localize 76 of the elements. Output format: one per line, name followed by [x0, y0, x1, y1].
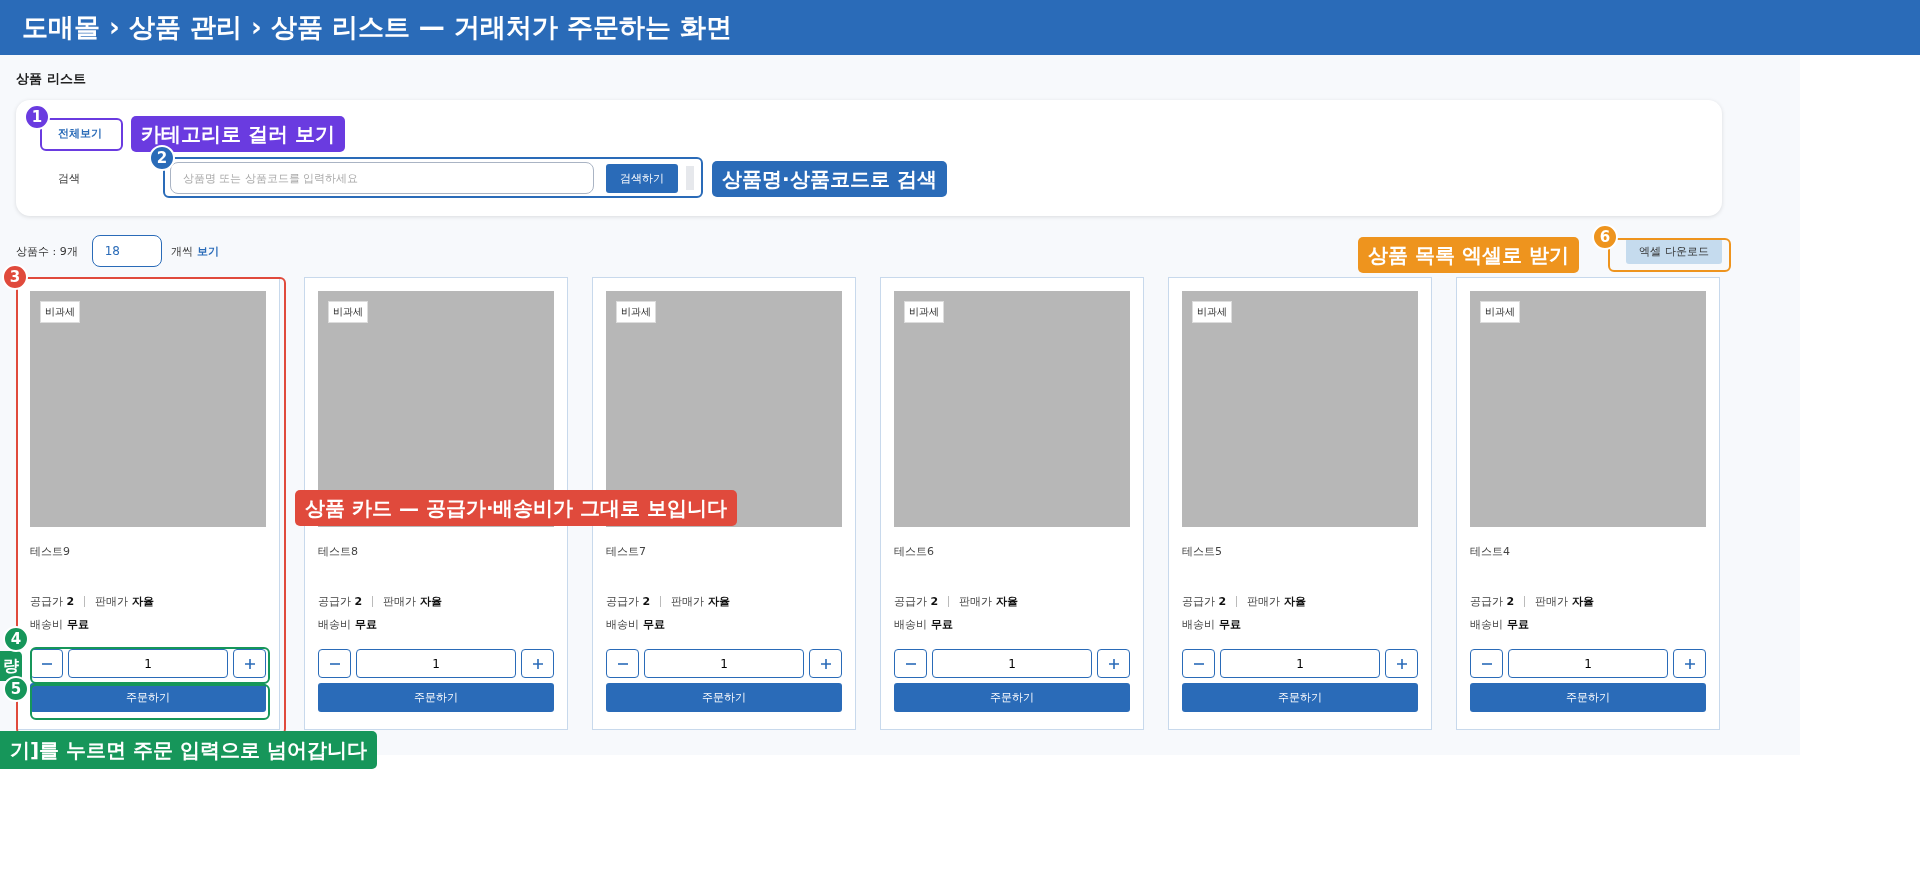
search-button[interactable]: 검색하기: [606, 163, 678, 193]
increase-button[interactable]: [233, 649, 266, 678]
callout-label: 량: [0, 651, 22, 681]
shipping-fee: 배송비 무료: [894, 617, 954, 632]
product-name: 테스트6: [894, 544, 935, 560]
increase-button[interactable]: [1385, 649, 1418, 678]
shipping-fee: 배송비 무료: [318, 617, 378, 632]
supply-price: 공급가 2: [318, 594, 363, 609]
decrease-button[interactable]: [30, 649, 63, 678]
per-page-label: 개씩: [170, 243, 193, 259]
order-button[interactable]: 주문하기: [1182, 683, 1418, 712]
decrease-button[interactable]: [318, 649, 351, 678]
decrease-button[interactable]: [894, 649, 927, 678]
supply-price: 공급가 2: [606, 594, 651, 609]
tax-free-badge: 비과세: [40, 301, 80, 323]
product-name: 테스트7: [606, 544, 647, 560]
sale-price: 판매가 자율: [383, 594, 442, 609]
tax-free-badge: 비과세: [616, 301, 656, 323]
quantity-field[interactable]: 1: [356, 649, 516, 678]
plus-icon: [243, 657, 256, 670]
sale-price: 판매가 자율: [671, 594, 730, 609]
tax-free-badge: 비과세: [904, 301, 944, 323]
quantity-field[interactable]: 1: [68, 649, 228, 678]
shipping-fee: 배송비 무료: [30, 617, 90, 632]
product-name: 테스트5: [1182, 544, 1223, 560]
tax-free-badge: 비과세: [328, 301, 368, 323]
section-title: 상품 리스트: [16, 70, 87, 88]
order-button[interactable]: 주문하기: [894, 683, 1130, 712]
sale-price: 판매가 자율: [95, 594, 154, 609]
view-link[interactable]: 보기: [196, 243, 219, 259]
tax-free-badge: 비과세: [1192, 301, 1232, 323]
product-name: 테스트8: [318, 544, 359, 560]
sale-price: 판매가 자율: [1247, 594, 1306, 609]
callout-label: 상품 카드 — 공급가·배송비가 그대로 보입니다: [295, 490, 738, 526]
plus-icon: [531, 657, 544, 670]
decrease-button[interactable]: [1182, 649, 1215, 678]
decrease-button[interactable]: [606, 649, 639, 678]
order-button[interactable]: 주문하기: [318, 683, 554, 712]
order-button[interactable]: 주문하기: [1470, 683, 1706, 712]
plus-icon: [1107, 657, 1120, 670]
increase-button[interactable]: [521, 649, 554, 678]
plus-icon: [1683, 657, 1696, 670]
shipping-fee: 배송비 무료: [1182, 617, 1242, 632]
order-button[interactable]: 주문하기: [606, 683, 842, 712]
increase-button[interactable]: [1097, 649, 1130, 678]
callout-label: 상품 목록 엑셀로 받기: [1358, 237, 1579, 273]
plus-icon: [1395, 657, 1408, 670]
quantity-field[interactable]: 1: [1220, 649, 1380, 678]
page-heading: 도매몰 › 상품 관리 › 상품 리스트 — 거래처가 주문하는 화면: [22, 11, 732, 44]
increase-button[interactable]: [809, 649, 842, 678]
quantity-field[interactable]: 1: [1508, 649, 1668, 678]
callout-label: 카테고리로 걸러 보기: [131, 116, 345, 152]
tax-free-badge: 비과세: [1480, 301, 1520, 323]
excel-download-button[interactable]: 엑셀 다운로드: [1626, 238, 1722, 264]
quantity-field[interactable]: 1: [932, 649, 1092, 678]
per-page-field[interactable]: 18: [91, 235, 162, 267]
sale-price: 판매가 자율: [959, 594, 1018, 609]
callout-label: 상품명·상품코드로 검색: [712, 161, 947, 197]
increase-button[interactable]: [1673, 649, 1706, 678]
supply-price: 공급가 2: [30, 594, 75, 609]
shipping-fee: 배송비 무료: [1470, 617, 1530, 632]
supply-price: 공급가 2: [1182, 594, 1227, 609]
quantity-field[interactable]: 1: [644, 649, 804, 678]
search-field[interactable]: 상품명 또는 상품코드를 입력하세요: [170, 162, 594, 194]
shipping-fee: 배송비 무료: [606, 617, 666, 632]
category-tab[interactable]: 전체보기: [54, 121, 106, 145]
product-name: 테스트4: [1470, 544, 1511, 560]
sale-price: 판매가 자율: [1535, 594, 1594, 609]
supply-price: 공급가 2: [894, 594, 939, 609]
product-count: 상품수 : 9개: [16, 243, 78, 259]
supply-price: 공급가 2: [1470, 594, 1515, 609]
search-label: 검색: [57, 170, 81, 186]
decrease-button[interactable]: [1470, 649, 1503, 678]
plus-icon: [819, 657, 832, 670]
product-name: 테스트9: [30, 544, 71, 560]
callout-label: 기]를 누르면 주문 입력으로 넘어갑니다: [0, 731, 377, 769]
